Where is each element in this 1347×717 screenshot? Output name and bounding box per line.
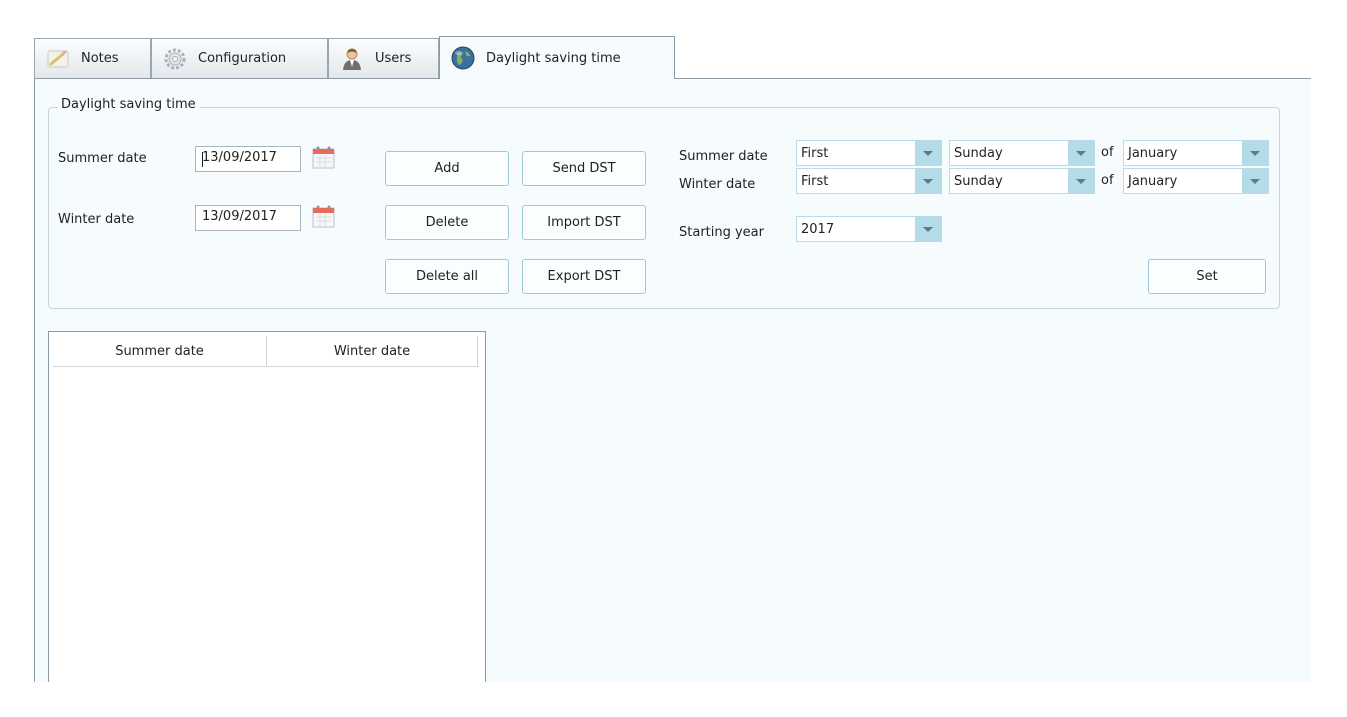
tab-configuration[interactable]: Configuration xyxy=(151,38,328,78)
rule-summer-date-label: Summer date xyxy=(679,149,768,164)
add-button[interactable]: Add xyxy=(385,151,509,186)
tab-label: Daylight saving time xyxy=(486,50,621,66)
summer-ordinal-select[interactable]: First xyxy=(796,140,942,166)
calendar-icon[interactable] xyxy=(308,142,338,172)
dropdown-button[interactable] xyxy=(1242,141,1268,165)
window-bottom xyxy=(0,682,1347,717)
winter-ordinal-select[interactable]: First xyxy=(796,168,942,194)
select-value: First xyxy=(801,173,829,189)
send-dst-button[interactable]: Send DST xyxy=(522,151,646,186)
select-value: First xyxy=(801,145,829,161)
of-label: of xyxy=(1101,145,1114,160)
summer-weekday-select[interactable]: Sunday xyxy=(949,140,1095,166)
select-value: 2017 xyxy=(801,221,835,237)
dropdown-button[interactable] xyxy=(1068,141,1094,165)
globe-icon xyxy=(451,46,475,70)
select-value: Sunday xyxy=(954,173,1003,189)
tab-label: Configuration xyxy=(198,51,287,66)
chevron-down-icon xyxy=(1076,150,1086,156)
calendar-icon[interactable] xyxy=(308,201,338,231)
select-value: Sunday xyxy=(954,145,1003,161)
groupbox-title: Daylight saving time xyxy=(57,97,200,112)
tab-strip: Notes Configuration Users Daylight savin… xyxy=(34,36,1311,79)
select-value: January xyxy=(1128,173,1178,189)
dropdown-button[interactable] xyxy=(1068,169,1094,193)
summer-date-input[interactable]: 13/09/2017 xyxy=(195,146,301,172)
import-dst-button[interactable]: Import DST xyxy=(522,205,646,240)
delete-all-button[interactable]: Delete all xyxy=(385,259,509,294)
table-header: Summer date Winter date xyxy=(53,336,479,367)
summer-month-select[interactable]: January xyxy=(1123,140,1269,166)
delete-button[interactable]: Delete xyxy=(385,205,509,240)
chevron-down-icon xyxy=(1250,178,1260,184)
rule-winter-date-label: Winter date xyxy=(679,177,756,192)
starting-year-select[interactable]: 2017 xyxy=(796,216,942,242)
winter-date-label: Winter date xyxy=(58,212,135,227)
winter-month-select[interactable]: January xyxy=(1123,168,1269,194)
export-dst-button[interactable]: Export DST xyxy=(522,259,646,294)
dropdown-button[interactable] xyxy=(1242,169,1268,193)
notes-icon xyxy=(47,50,69,67)
chevron-down-icon xyxy=(923,178,933,184)
panel-border xyxy=(34,79,35,682)
dst-table[interactable]: Summer date Winter date xyxy=(48,331,486,701)
chevron-down-icon xyxy=(923,150,933,156)
chevron-down-icon xyxy=(1250,150,1260,156)
app-window: Notes Configuration Users Daylight savin… xyxy=(0,0,1347,717)
of-label: of xyxy=(1101,173,1114,188)
starting-year-label: Starting year xyxy=(679,225,764,240)
summer-date-label: Summer date xyxy=(58,151,147,166)
dropdown-button[interactable] xyxy=(915,169,941,193)
tab-users[interactable]: Users xyxy=(328,38,439,78)
tab-label: Notes xyxy=(81,51,119,66)
column-header-winter-date[interactable]: Winter date xyxy=(267,336,478,366)
set-button[interactable]: Set xyxy=(1148,259,1266,294)
select-value: January xyxy=(1128,145,1178,161)
tab-notes[interactable]: Notes xyxy=(34,38,151,78)
dropdown-button[interactable] xyxy=(915,217,941,241)
gear-icon xyxy=(164,48,186,69)
user-icon xyxy=(343,48,361,70)
tab-label: Users xyxy=(375,51,412,66)
column-header-summer-date[interactable]: Summer date xyxy=(53,336,267,366)
tab-daylight-saving-time[interactable]: Daylight saving time xyxy=(439,36,675,79)
winter-weekday-select[interactable]: Sunday xyxy=(949,168,1095,194)
dropdown-button[interactable] xyxy=(915,141,941,165)
winter-date-input[interactable]: 13/09/2017 xyxy=(195,205,301,231)
chevron-down-icon xyxy=(923,226,933,232)
chevron-down-icon xyxy=(1076,178,1086,184)
